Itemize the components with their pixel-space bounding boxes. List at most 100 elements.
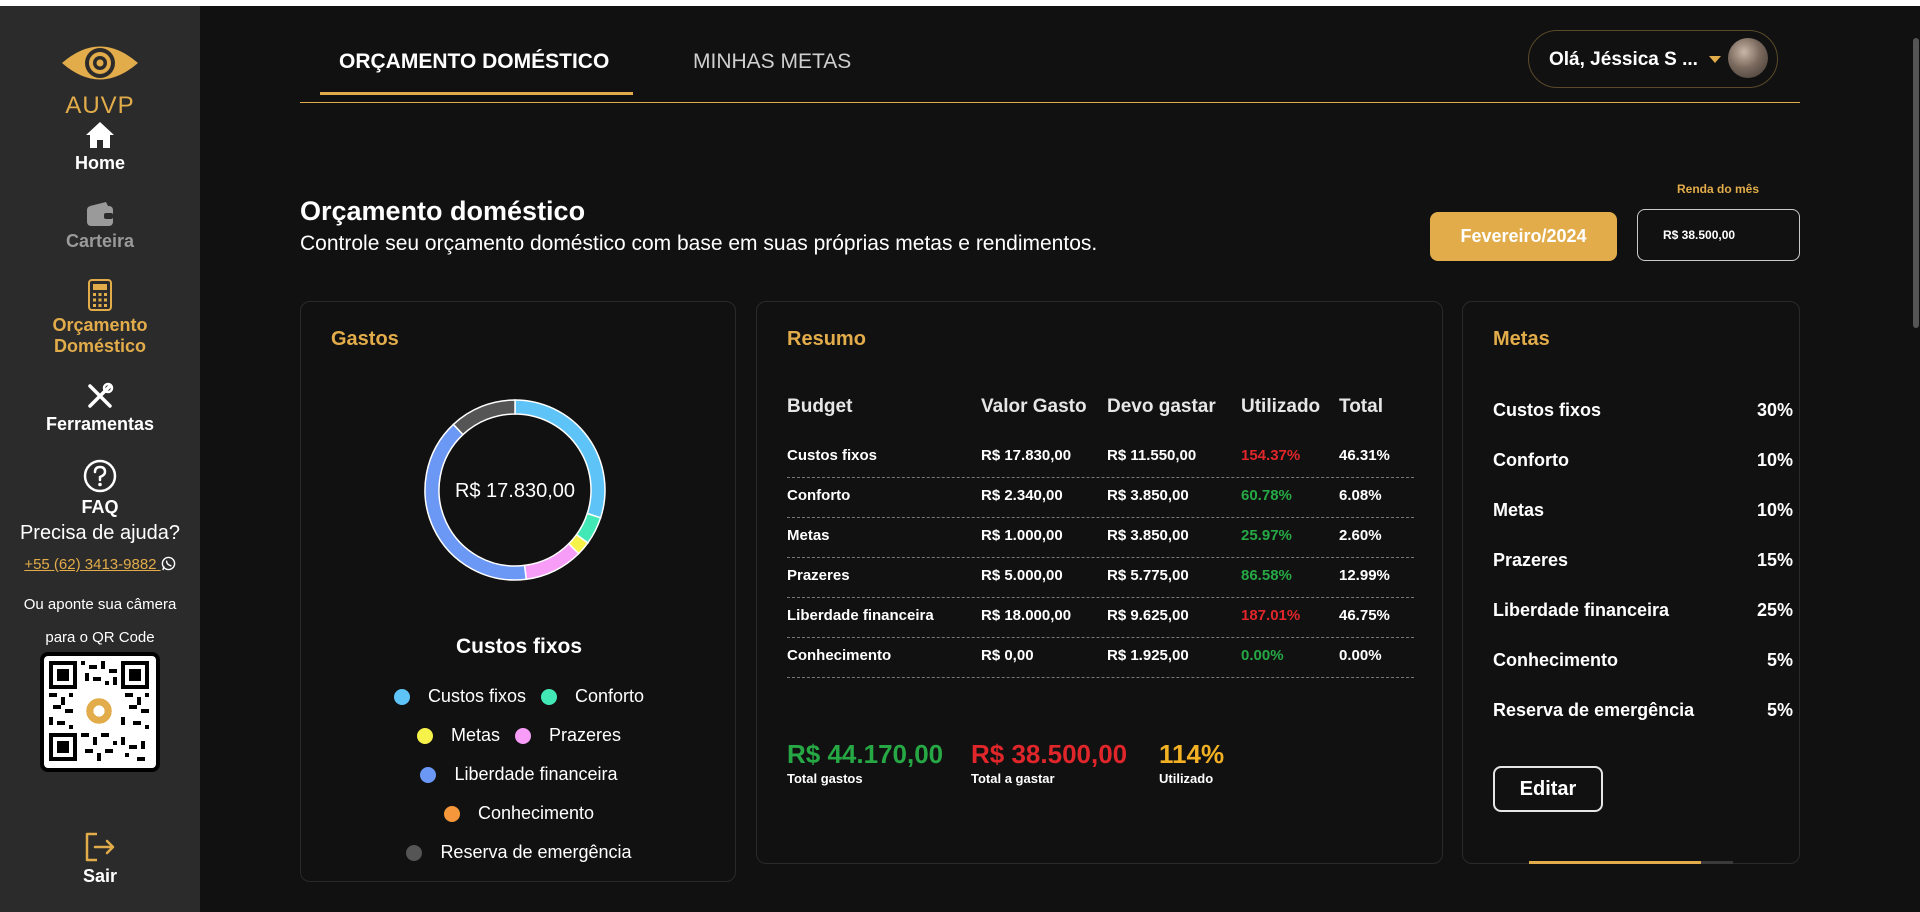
total-a-gastar-label: Total a gastar — [971, 771, 1055, 786]
meta-percent: 5% — [1766, 700, 1793, 720]
cell-devo: R$ 3.850,00 — [1107, 487, 1189, 504]
logout-icon — [85, 832, 115, 862]
total-gastos-label: Total gastos — [787, 771, 863, 786]
cell-budget: Conhecimento — [787, 647, 892, 664]
help-qr-text: Ou aponte sua câmera para o QR Code — [23, 596, 177, 646]
legend-item-prazeres[interactable]: Prazeres — [515, 725, 621, 746]
sidebar-item-orcamento[interactable]: Orçamento Doméstico — [0, 279, 200, 357]
cell-budget: Liberdade financeira — [787, 607, 934, 624]
utilizado-label: Utilizado — [1159, 771, 1214, 786]
metas-scrollbar[interactable] — [1529, 861, 1733, 864]
table-row: Conhecimento R$ 0,00 R$ 1.925,00 0.00% 0… — [787, 637, 1414, 678]
user-greeting: Olá, Jéssica S ... — [1549, 49, 1698, 70]
cell-utilizado: 187.01% — [1241, 607, 1301, 624]
legend-dot — [416, 727, 433, 744]
col-header-budget: Budget — [787, 396, 853, 417]
donut-slice-prazeres[interactable] — [523, 542, 580, 581]
qr-code — [40, 652, 160, 772]
page-scrollbar[interactable] — [1913, 38, 1919, 328]
eye-logo-icon — [62, 46, 138, 80]
cell-total: 2.60% — [1339, 527, 1382, 544]
legend-dot — [420, 766, 437, 783]
meta-percent: 5% — [1766, 650, 1793, 670]
page-subtitle: Controle seu orçamento doméstico com bas… — [300, 232, 1098, 255]
legend-item-conhecimento[interactable]: Conhecimento — [443, 803, 594, 824]
cell-gasto: R$ 17.830,00 — [981, 447, 1072, 464]
cell-devo: R$ 5.775,00 — [1107, 567, 1189, 584]
sidebar-item-label: Home — [74, 153, 125, 173]
meta-item: Custos fixos 30% — [1493, 400, 1793, 421]
legend-item-liberdade-financeira[interactable]: Liberdade financeira — [420, 764, 618, 785]
cell-budget: Custos fixos — [787, 447, 878, 464]
sidebar-item-faq[interactable]: FAQ — [0, 459, 200, 518]
sidebar-item-label: Ferramentas — [45, 414, 155, 434]
auvp-logo[interactable]: AUVP — [60, 38, 140, 119]
logo-text: AUVP — [65, 92, 135, 119]
col-header-valor-gasto: Valor Gasto — [981, 396, 1087, 417]
cell-utilizado: 0.00% — [1241, 647, 1284, 664]
help-phone-link[interactable]: +55 (62) 3413-9882 — [0, 556, 200, 573]
cell-budget: Prazeres — [787, 567, 850, 584]
legend-item-conforto[interactable]: Conforto — [541, 686, 644, 707]
user-menu[interactable]: Olá, Jéssica S ... — [1528, 30, 1778, 88]
meta-percent: 25% — [1756, 600, 1793, 620]
legend-label: Liberdade financeira — [454, 764, 618, 784]
cell-utilizado: 154.37% — [1241, 447, 1301, 464]
legend-dot — [406, 844, 423, 861]
income-label: Renda do mês — [1676, 182, 1760, 196]
avatar — [1728, 38, 1768, 78]
legend-row: Metas Prazeres — [301, 725, 737, 749]
cell-total: 46.75% — [1339, 607, 1390, 624]
legend-label: Custos fixos — [427, 686, 526, 706]
meta-percent: 10% — [1756, 450, 1793, 470]
edit-metas-button[interactable]: Editar — [1493, 766, 1603, 812]
cell-gasto: R$ 5.000,00 — [981, 567, 1063, 584]
legend-label: Prazeres — [549, 725, 622, 745]
wallet-icon — [87, 202, 113, 226]
cell-budget: Conforto — [787, 487, 851, 504]
cell-budget: Metas — [787, 527, 830, 544]
legend-label: Metas — [450, 725, 500, 745]
legend-item-reserva-emergencia[interactable]: Reserva de emergência — [406, 842, 632, 863]
qr-code-image — [49, 661, 149, 761]
help-phone-text: +55 (62) 3413-9882 — [24, 556, 157, 573]
cell-total: 6.08% — [1339, 487, 1382, 504]
meta-percent: 30% — [1756, 400, 1793, 420]
page-title: Orçamento doméstico — [300, 196, 586, 226]
utilizado-value: 114% — [1159, 739, 1225, 769]
month-selector-button[interactable]: Fevereiro/2024 — [1430, 212, 1617, 261]
legend-item-custos-fixos[interactable]: Custos fixos — [393, 686, 526, 707]
resumo-title: Resumo — [787, 328, 866, 350]
tab-orcamento-domestico[interactable]: ORÇAMENTO DOMÉSTICO — [339, 50, 609, 74]
metas-scrollbar-thumb[interactable] — [1529, 861, 1701, 864]
legend-label: Reserva de emergência — [440, 842, 632, 862]
tab-minhas-metas[interactable]: MINHAS METAS — [693, 50, 851, 74]
donut-slice-reserva-de-emergência[interactable] — [452, 399, 516, 436]
meta-item: Metas 10% — [1493, 500, 1793, 521]
income-field[interactable]: R$ 38.500,00 — [1637, 209, 1800, 261]
meta-label: Liberdade financeira — [1493, 600, 1670, 620]
logout-button[interactable]: Sair — [0, 832, 200, 887]
cell-total: 0.00% — [1339, 647, 1382, 664]
cell-utilizado: 86.58% — [1241, 567, 1292, 584]
cell-gasto: R$ 18.000,00 — [981, 607, 1072, 624]
sidebar-item-home[interactable]: Home — [0, 121, 200, 174]
cell-gasto: R$ 2.340,00 — [981, 487, 1063, 504]
legend-row: Conhecimento — [301, 803, 737, 827]
table-row: Metas R$ 1.000,00 R$ 3.850,00 25.97% 2.6… — [787, 517, 1414, 558]
legend-item-metas[interactable]: Metas — [416, 725, 500, 746]
sidebar-item-ferramentas[interactable]: Ferramentas — [0, 382, 200, 435]
legend-row: Custos fixos Conforto — [301, 686, 737, 710]
sidebar-item-carteira[interactable]: Carteira — [0, 201, 200, 252]
sidebar: AUVP Home Carteira Orçamento Doméstico F… — [0, 6, 200, 912]
home-icon — [86, 122, 114, 148]
resumo-card: Resumo Budget Valor Gasto Devo gastar Ut… — [756, 301, 1443, 864]
legend-row: Reserva de emergência — [301, 842, 737, 866]
legend-row: Liberdade financeira — [301, 764, 737, 788]
metas-card: Metas Custos fixos 30% Conforto 10% Metas 1… — [1462, 301, 1800, 864]
donut-center-value: R$ 17.830,00 — [454, 480, 576, 502]
meta-label: Reserva de emergência — [1493, 700, 1695, 720]
meta-label: Prazeres — [1493, 550, 1569, 570]
gastos-title: Gastos — [331, 328, 399, 350]
table-row: Conforto R$ 2.340,00 R$ 3.850,00 60.78% … — [787, 477, 1414, 518]
